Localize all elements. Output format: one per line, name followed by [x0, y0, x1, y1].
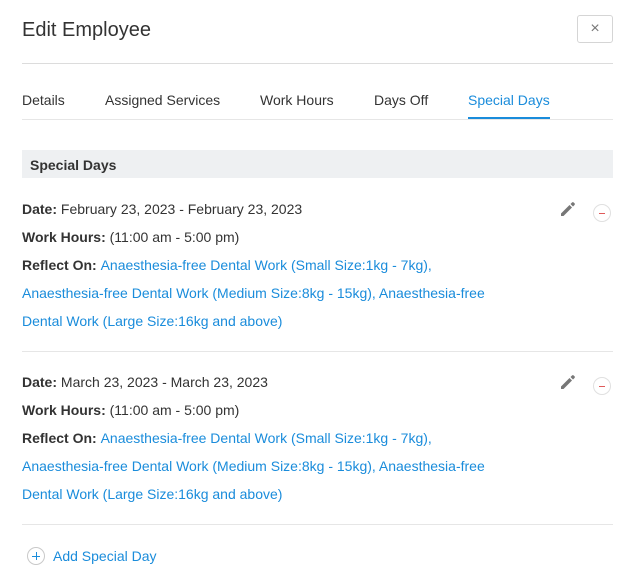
entry-date: Date: March 23, 2023 - March 23, 2023 [22, 374, 268, 390]
date-value: February 23, 2023 - February 23, 2023 [60, 201, 303, 217]
add-special-day-label: Add Special Day [53, 548, 157, 564]
work-hours-label: Work Hours: [22, 402, 110, 418]
reflect-on-label: Reflect On: [22, 257, 101, 273]
close-button[interactable]: × [577, 15, 613, 43]
minus-circle-icon[interactable] [593, 377, 611, 395]
entry-date: Date: February 23, 2023 - February 23, 2… [22, 201, 302, 217]
page-title: Edit Employee [22, 19, 151, 41]
date-label: Date: [22, 201, 61, 217]
pencil-icon[interactable] [559, 373, 577, 391]
work-hours-label: Work Hours: [22, 229, 110, 245]
tab-bar: Details Assigned Services Work Hours Day… [22, 63, 613, 120]
entry-work-hours: Work Hours: (11:00 am - 5:00 pm) [22, 402, 239, 418]
plus-circle-icon [27, 547, 45, 565]
work-hours-value: (11:00 am - 5:00 pm) [109, 402, 240, 418]
entry-reflect-on: Reflect On: Anaesthesia-free Dental Work… [22, 257, 432, 273]
service-link[interactable]: Anaesthesia-free Dental Work (Medium Siz… [22, 458, 485, 474]
entry-reflect-on: Reflect On: Anaesthesia-free Dental Work… [22, 430, 432, 446]
service-link[interactable]: Anaesthesia-free Dental Work (Small Size… [101, 257, 432, 273]
service-link[interactable]: Dental Work (Large Size:16kg and above) [22, 486, 282, 502]
tab-work-hours[interactable]: Work Hours [260, 92, 334, 108]
reflect-on-label: Reflect On: [22, 430, 101, 446]
minus-circle-icon[interactable] [593, 204, 611, 222]
service-link[interactable]: Anaesthesia-free Dental Work (Small Size… [101, 430, 432, 446]
work-hours-value: (11:00 am - 5:00 pm) [109, 229, 240, 245]
modal-header: Edit Employee × [22, 0, 613, 64]
special-day-entry: Date: March 23, 2023 - March 23, 2023 Wo… [22, 373, 613, 525]
section-header: Special Days [22, 150, 613, 178]
special-day-entry: Date: February 23, 2023 - February 23, 2… [22, 200, 613, 352]
date-value: March 23, 2023 - March 23, 2023 [60, 374, 268, 390]
entry-work-hours: Work Hours: (11:00 am - 5:00 pm) [22, 229, 239, 245]
close-icon: × [590, 20, 600, 37]
tab-details[interactable]: Details [22, 92, 65, 108]
tab-days-off[interactable]: Days Off [374, 92, 428, 108]
service-link[interactable]: Anaesthesia-free Dental Work (Medium Siz… [22, 285, 485, 301]
pencil-icon[interactable] [559, 200, 577, 218]
tab-special-days[interactable]: Special Days [468, 92, 550, 108]
tab-assigned-services[interactable]: Assigned Services [105, 92, 220, 108]
section-title: Special Days [30, 157, 117, 173]
date-label: Date: [22, 374, 61, 390]
service-link[interactable]: Dental Work (Large Size:16kg and above) [22, 313, 282, 329]
active-tab-indicator [468, 117, 550, 119]
